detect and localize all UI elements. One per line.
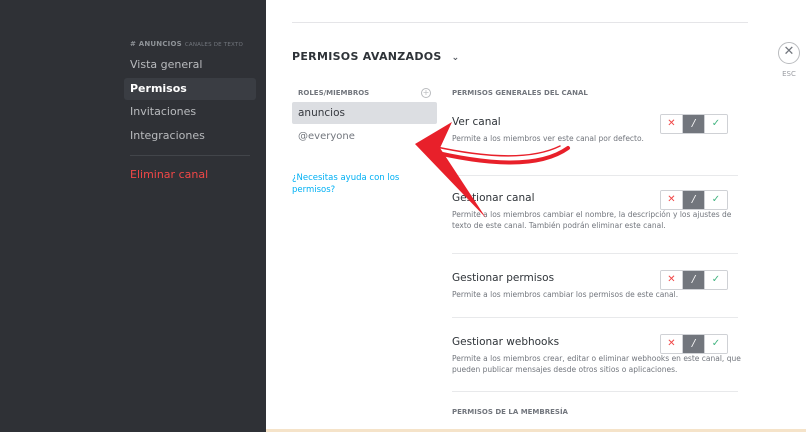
perms-header: PERMISOS GENERALES DEL CANAL — [452, 89, 588, 97]
chevron-down-icon: ⌄ — [451, 53, 460, 63]
roles-header: ROLES/MIEMBROS + — [292, 86, 437, 100]
roles-header-label: ROLES/MIEMBROS — [298, 89, 370, 97]
allow-button[interactable]: ✓ — [705, 191, 727, 209]
permission-desc: Permite a los miembros crear, editar o e… — [452, 354, 741, 374]
help-link[interactable]: ¿Necesitas ayuda con los permisos? — [292, 172, 412, 196]
sidebar-item-overview[interactable]: Vista general — [124, 54, 256, 76]
permission-manage-webhooks: Gestionar webhooks Permite a los miembro… — [452, 318, 741, 392]
neutral-button[interactable]: / — [683, 191, 705, 209]
sidebar-item-integrations[interactable]: Integraciones — [124, 125, 256, 147]
deny-button[interactable]: ✕ — [661, 335, 683, 353]
permission-toggle: ✕ / ✓ — [660, 270, 728, 290]
deny-button[interactable]: ✕ — [661, 115, 683, 133]
permission-manage-permissions: Gestionar permisos Permite a los miembro… — [452, 254, 738, 318]
role-item-anuncios[interactable]: anuncios — [292, 102, 437, 124]
permission-desc: Permite a los miembros cambiar el nombre… — [452, 210, 732, 230]
allow-button[interactable]: ✓ — [705, 271, 727, 289]
permission-toggle: ✕ / ✓ — [660, 190, 728, 210]
settings-sidebar: # ANUNCIOS CANALES DE TEXTO Vista general… — [124, 40, 256, 187]
deny-button[interactable]: ✕ — [661, 271, 683, 289]
esc-label: ESC — [782, 70, 796, 78]
permission-desc: Permite a los miembros ver este canal po… — [452, 134, 644, 143]
allow-button[interactable]: ✓ — [705, 335, 727, 353]
sidebar-item-permissions[interactable]: Permisos — [124, 77, 256, 100]
close-icon: ✕ — [783, 44, 795, 59]
role-item-everyone[interactable]: @everyone — [292, 126, 437, 148]
delete-channel-button[interactable]: Eliminar canal — [124, 164, 256, 186]
advanced-permissions-heading[interactable]: PERMISOS AVANZADOS ⌄ — [292, 50, 460, 63]
permission-view-channel: Ver canal Permite a los miembros ver est… — [452, 114, 738, 176]
allow-button[interactable]: ✓ — [705, 115, 727, 133]
sidebar-item-invites[interactable]: Invitaciones — [124, 101, 256, 123]
neutral-button[interactable]: / — [683, 335, 705, 353]
permission-toggle: ✕ / ✓ — [660, 334, 728, 354]
top-divider — [292, 22, 748, 23]
permission-manage-channel: Gestionar canal Permite a los miembros c… — [452, 176, 738, 254]
page-title: PERMISOS AVANZADOS — [292, 50, 442, 63]
permission-toggle: ✕ / ✓ — [660, 114, 728, 134]
add-role-icon[interactable]: + — [421, 88, 431, 98]
channel-category: CANALES DE TEXTO — [184, 42, 243, 48]
neutral-button[interactable]: / — [683, 271, 705, 289]
neutral-button[interactable]: / — [683, 115, 705, 133]
permissions-list: PERMISOS GENERALES DEL CANAL Ver canal P… — [452, 86, 741, 392]
roles-list: ROLES/MIEMBROS + anuncios @everyone — [292, 86, 437, 148]
channel-name: # ANUNCIOS — [130, 40, 182, 48]
permission-desc: Permite a los miembros cambiar los permi… — [452, 290, 679, 299]
channel-header: # ANUNCIOS CANALES DE TEXTO — [124, 40, 256, 48]
deny-button[interactable]: ✕ — [661, 191, 683, 209]
membership-perms-header: PERMISOS DE LA MEMBRESÍA — [452, 408, 568, 416]
close-button[interactable]: ✕ — [778, 42, 800, 64]
permissions-panel: PERMISOS AVANZADOS ⌄ ROLES/MIEMBROS + anu… — [266, 0, 806, 432]
sidebar-divider — [130, 154, 250, 156]
